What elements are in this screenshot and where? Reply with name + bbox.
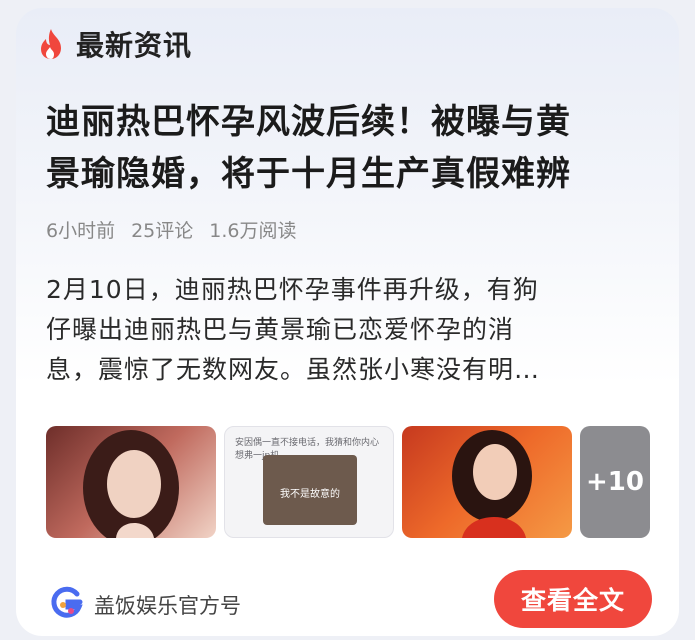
publish-time: 6小时前 (46, 220, 116, 242)
read-full-article-button[interactable]: 查看全文 (494, 570, 652, 628)
section-header: 最新资讯 (36, 24, 192, 64)
summary-line: 2月10日，迪丽热巴怀孕事件再升级，有狗 (46, 275, 539, 304)
thumbnail-photo[interactable] (46, 426, 216, 538)
news-card[interactable]: 最新资讯 迪丽热巴怀孕风波后续！被曝与黄 景瑜隐婚，将于十月生产真假难辨 6小时… (16, 8, 679, 636)
portrait-image (452, 430, 532, 538)
section-title: 最新资讯 (76, 29, 193, 62)
summary-line: 息，震惊了无数网友。虽然张小寒没有明… (46, 355, 541, 384)
meme-caption: 我不是故意的 (280, 489, 340, 500)
portrait-image (83, 430, 179, 538)
thumbnail-more[interactable]: +10 (580, 426, 650, 538)
account-logo-icon[interactable] (50, 586, 84, 620)
meme-image: 我不是故意的 (263, 455, 357, 525)
read-count: 1.6万阅读 (209, 220, 297, 242)
headline-line: 迪丽热巴怀孕风波后续！被曝与黄 (46, 102, 571, 142)
thumbnail-chat-screenshot[interactable]: 安因偶一直不接电话，我猜和你内心想弗一jp机。 我不是故意的 (224, 426, 394, 538)
more-images-count: +10 (586, 467, 644, 497)
article-headline[interactable]: 迪丽热巴怀孕风波后续！被曝与黄 景瑜隐婚，将于十月生产真假难辨 (46, 96, 656, 200)
headline-line: 景瑜隐婚，将于十月生产真假难辨 (46, 154, 571, 194)
account-name[interactable]: 盖饭娱乐官方号 (94, 590, 241, 620)
article-meta: 6小时前 25评论 1.6万阅读 (46, 216, 297, 243)
comment-count: 25评论 (131, 220, 194, 242)
summary-line: 仔曝出迪丽热巴与黄景瑜已恋爱怀孕的消 (46, 315, 515, 344)
thumbnail-photo[interactable] (402, 426, 572, 538)
article-summary[interactable]: 2月10日，迪丽热巴怀孕事件再升级，有狗 仔曝出迪丽热巴与黄景瑜已恋爱怀孕的消 … (46, 270, 651, 390)
flame-icon (41, 29, 61, 59)
